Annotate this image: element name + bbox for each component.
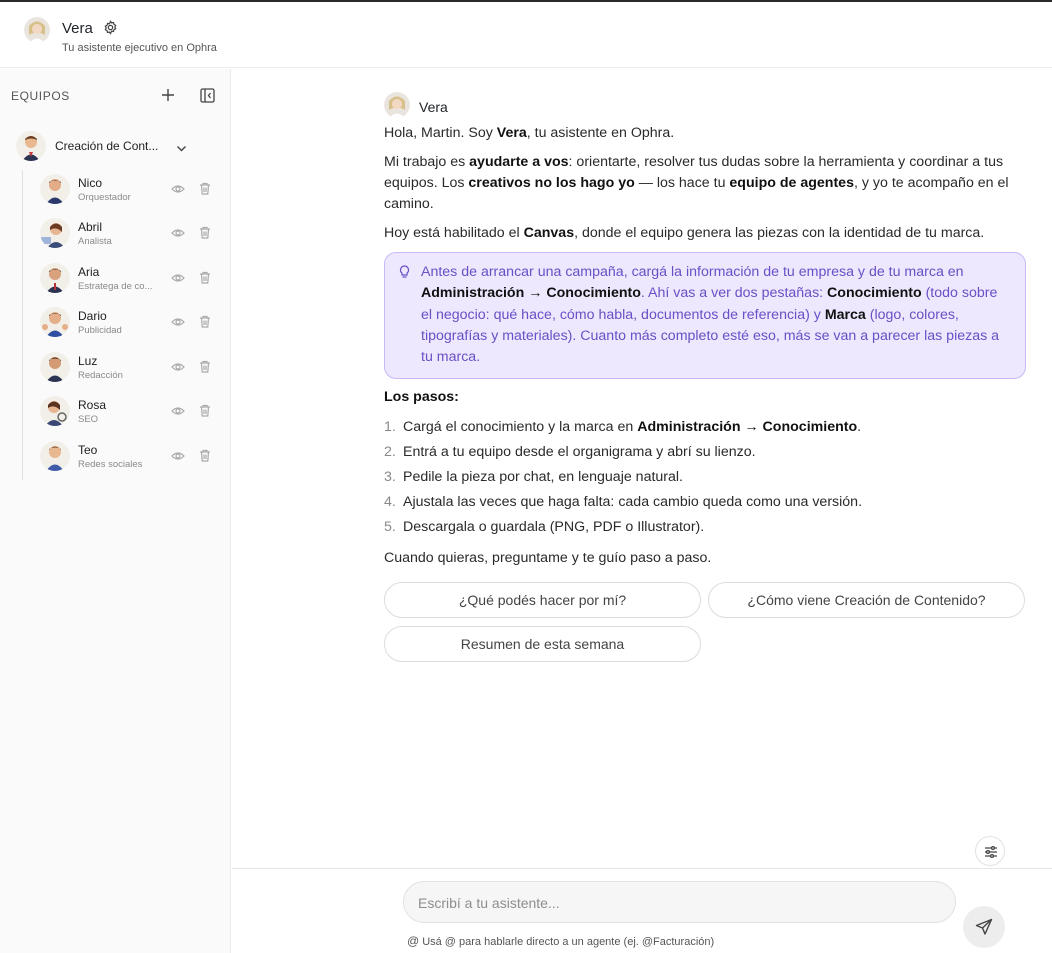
agent-name: Rosa xyxy=(78,398,107,412)
send-button[interactable] xyxy=(963,906,1005,948)
tree-guide-line xyxy=(22,170,23,480)
eye-icon[interactable] xyxy=(171,315,185,329)
eye-icon[interactable] xyxy=(171,271,185,285)
gear-icon[interactable] xyxy=(103,20,118,35)
agent-name: Nico xyxy=(78,176,103,190)
agent-name: Abril xyxy=(78,220,103,234)
canvas-text: Hoy está habilitado el Canvas, donde el … xyxy=(384,225,985,241)
agent-avatar xyxy=(40,441,70,471)
agent-role: Redes sociales xyxy=(78,459,143,470)
agent-item-luz[interactable]: Luz Redacción xyxy=(38,349,218,385)
agent-avatar xyxy=(40,174,70,204)
eye-icon[interactable] xyxy=(171,449,185,463)
composer-hint: @ Usá @ para hablarle directo a un agente… xyxy=(407,934,715,948)
agent-role: Redacción xyxy=(78,370,123,381)
eye-icon[interactable] xyxy=(171,182,185,196)
agent-name: Dario xyxy=(78,309,107,323)
step-item: 4. Ajustala las veces que haga falta: cad… xyxy=(384,494,863,511)
tune-settings-button[interactable] xyxy=(975,836,1005,866)
team-label: Creación de Cont... xyxy=(55,139,159,153)
suggestion-chip[interactable]: ¿Cómo viene Creación de Contenido? xyxy=(708,582,1025,618)
collapse-sidebar-icon[interactable] xyxy=(200,88,215,103)
composer-divider xyxy=(232,868,1052,869)
lightbulb-icon xyxy=(399,265,410,279)
trash-icon[interactable] xyxy=(199,360,211,373)
agent-role: SEO xyxy=(78,414,99,425)
agent-role: Publicidad xyxy=(78,325,122,336)
agent-item-teo[interactable]: Teo Redes sociales xyxy=(38,438,218,474)
trash-icon[interactable] xyxy=(199,449,211,462)
sender-name: Vera xyxy=(419,99,448,115)
suggestion-chip[interactable]: ¿Qué podés hacer por mí? xyxy=(384,582,701,618)
chevron-down-icon[interactable] xyxy=(176,141,187,152)
eye-icon[interactable] xyxy=(171,226,185,240)
message-input[interactable] xyxy=(418,892,938,914)
trash-icon[interactable] xyxy=(199,226,211,239)
assistant-message: Vera Hola, Martin. Soy Vera, tu asistent… xyxy=(384,92,1026,577)
agent-role: Estratega de co... xyxy=(78,281,153,292)
agent-role: Orquestador xyxy=(78,192,131,203)
teams-sidebar: EQUIPOS Creación de Cont... Nico Orquest… xyxy=(0,69,231,953)
steps-list: 1. Cargá el conocimiento y la marca en Ad… xyxy=(384,415,1026,540)
team-avatar xyxy=(16,131,46,161)
agent-item-nico[interactable]: Nico Orquestador xyxy=(38,171,218,207)
agent-item-rosa[interactable]: Rosa SEO xyxy=(38,393,218,429)
agent-item-abril[interactable]: Abril Analista xyxy=(38,215,218,251)
team-item-creacion-de-contenido[interactable]: Creación de Cont... xyxy=(14,129,214,163)
tip-callout: Antes de arrancar una campaña, cargá la … xyxy=(384,252,1026,380)
step-item: 1. Cargá el conocimiento y la marca en Ad… xyxy=(384,419,862,436)
steps-title: Los pasos: xyxy=(384,389,459,406)
at-icon: @ xyxy=(407,934,420,948)
agent-name: Aria xyxy=(78,265,100,279)
add-team-icon[interactable] xyxy=(161,88,175,102)
trash-icon[interactable] xyxy=(199,182,211,195)
step-item: 2. Entrá a tu equipo desde el organigrama… xyxy=(384,444,756,461)
agent-role: Analista xyxy=(78,236,112,247)
trash-icon[interactable] xyxy=(199,315,211,328)
assistant-name: Vera xyxy=(62,20,93,37)
message-header: Vera xyxy=(384,92,1026,119)
agent-name: Teo xyxy=(78,443,98,457)
eye-icon[interactable] xyxy=(171,404,185,418)
intro-text: Mi trabajo es ayudarte a vos: orientarte… xyxy=(384,154,1009,212)
agent-item-aria[interactable]: Aria Estratega de co... xyxy=(38,260,218,296)
chat-header: Vera Tu asistente ejecutivo en Ophra xyxy=(0,2,1052,68)
trash-icon[interactable] xyxy=(199,271,211,284)
step-item: 3. Pedile la pieza por chat, en lenguaje … xyxy=(384,469,684,486)
agent-avatar xyxy=(40,307,70,337)
step-item: 5. Descargala o guardala (PNG, PDF o Illu… xyxy=(384,519,705,536)
agent-avatar xyxy=(40,396,70,426)
suggestion-chip[interactable]: Resumen de esta semana xyxy=(384,626,701,662)
eye-icon[interactable] xyxy=(171,360,185,374)
vera-avatar xyxy=(24,17,50,43)
agent-avatar xyxy=(40,352,70,382)
trash-icon[interactable] xyxy=(199,404,211,417)
closing-text: Cuando quieras, preguntame y te guío pas… xyxy=(384,550,712,567)
agent-name: Luz xyxy=(78,354,98,368)
agent-item-dario[interactable]: Dario Publicidad xyxy=(38,304,218,340)
vera-avatar xyxy=(384,92,410,118)
agent-avatar xyxy=(40,218,70,248)
assistant-subtitle: Tu asistente ejecutivo en Ophra xyxy=(62,42,217,54)
message-composer[interactable] xyxy=(403,881,956,923)
agent-avatar xyxy=(40,263,70,293)
sidebar-title: EQUIPOS xyxy=(11,89,70,103)
greeting-text: Hola, Martin. Soy Vera, tu asistente en … xyxy=(384,125,675,141)
